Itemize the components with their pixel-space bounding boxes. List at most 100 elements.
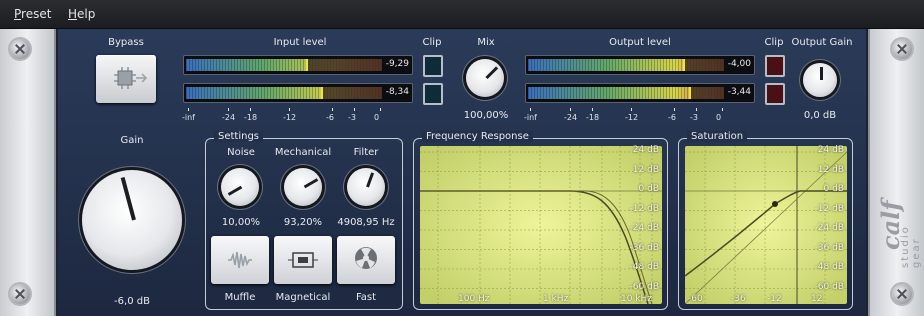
bypass-button[interactable] [96, 55, 156, 103]
scale-tick [570, 108, 571, 111]
fast-button[interactable] [337, 236, 395, 284]
screw-icon [892, 39, 912, 59]
input-meter-1: -9,29 [183, 55, 413, 75]
scale-tick [228, 108, 229, 111]
db-label: -48 dB [629, 262, 659, 272]
sat-x-label: -60 [688, 294, 703, 304]
scale-label: -18 [586, 113, 600, 122]
db-label: -12 dB [629, 203, 659, 214]
freq-x-label: 10 kHz [621, 294, 653, 304]
filter-value: 4908,95 Hz [337, 217, 395, 228]
db-label: -12 dB [814, 203, 844, 214]
scale-tick [631, 108, 632, 111]
db-label: -60 dB [814, 281, 844, 292]
mix-knob[interactable] [466, 59, 504, 97]
filter-curve [420, 190, 649, 304]
filter-curve-2 [420, 190, 653, 304]
gain-knob[interactable] [82, 170, 182, 270]
output-clip-label: Clip [764, 37, 784, 48]
noise-value: 10,00% [221, 217, 261, 228]
mix-value: 100,00% [463, 110, 509, 121]
saturation-title: Saturation [687, 131, 748, 142]
noise-label: Noise [227, 147, 255, 158]
saturation-point [772, 201, 778, 207]
db-label: -36 dB [814, 242, 844, 253]
muffle-label: Muffle [224, 292, 256, 303]
input-meter-1-value: -9,29 [385, 59, 409, 69]
input-clip-label: Clip [422, 37, 442, 48]
screw-icon [892, 284, 912, 304]
scale-tick [696, 108, 697, 111]
tape-reel-icon [355, 247, 377, 269]
scale-tick [722, 108, 723, 111]
scale-label: -3 [348, 113, 356, 122]
scale-label: -6 [326, 113, 334, 122]
sat-x-label: -12 [767, 294, 782, 304]
output-gain-knob[interactable] [803, 63, 837, 97]
db-label: -24 dB [629, 223, 659, 233]
magnetical-label: Magnetical [275, 292, 331, 303]
scale-tick [592, 108, 593, 111]
scale-label: -24 [222, 113, 236, 122]
screw-icon [10, 284, 30, 304]
db-label: 24 dB [817, 145, 844, 155]
mechanical-knob[interactable] [284, 168, 322, 206]
gain-value: -6,0 dB [114, 296, 150, 307]
freq-x-label: 100 Hz [458, 294, 490, 304]
output-gain-label: Output Gain [791, 37, 853, 48]
screw-icon [10, 39, 30, 59]
output-gain-value: 0,0 dB [803, 110, 837, 121]
scale-label: 0 [716, 113, 722, 122]
scale-label: 0 [374, 113, 380, 122]
scale-label: -6 [668, 113, 676, 122]
db-label: -24 dB [814, 223, 844, 233]
scale-tick [674, 108, 675, 111]
scale-label: -3 [690, 113, 698, 122]
scale-tick [354, 108, 355, 111]
rack-ear-left [0, 29, 56, 316]
magnetical-button[interactable] [274, 236, 332, 284]
scale-tick [289, 108, 290, 111]
menu-preset[interactable]: Preset [14, 7, 51, 21]
menu-bar: Preset Help [0, 0, 924, 29]
bypass-label: Bypass [108, 37, 144, 48]
mix-label: Mix [477, 37, 495, 48]
menu-help[interactable]: Help [68, 7, 95, 21]
filter-knob[interactable] [347, 168, 385, 206]
db-label: 0 dB [823, 184, 844, 194]
scale-tick [380, 108, 381, 111]
scale-label: -12 [625, 113, 639, 122]
muffle-button[interactable] [211, 236, 269, 284]
input-meter-2: -8,34 [183, 83, 413, 103]
fast-label: Fast [355, 292, 377, 303]
waveform-icon [228, 251, 252, 269]
noise-knob[interactable] [221, 168, 259, 206]
output-meter-2-value: -3,44 [727, 87, 751, 97]
gain-label: Gain [120, 135, 144, 146]
mechanical-value: 93,20% [283, 217, 323, 228]
scale-label: -24 [564, 113, 578, 122]
scale-tick [332, 108, 333, 111]
input-clip-led-1[interactable] [423, 55, 443, 77]
freq-x-label: 1 kHz [543, 294, 569, 304]
input-level-label: Input level [273, 37, 327, 48]
scale-label: -18 [244, 113, 258, 122]
db-label: -48 dB [814, 262, 844, 272]
settings-title: Settings [214, 131, 264, 142]
input-clip-led-2[interactable] [423, 83, 443, 105]
mechanical-label: Mechanical [274, 147, 332, 158]
chip-icon [114, 67, 148, 89]
db-label: 12 dB [632, 164, 659, 175]
output-clip-led-2[interactable] [765, 83, 785, 105]
scale-label: -inf [182, 113, 195, 122]
scale-label: -inf [524, 113, 537, 122]
filter-label: Filter [353, 147, 379, 158]
frequency-response-title: Frequency Response [422, 131, 533, 142]
scale-tick [188, 108, 189, 111]
input-meter-2-value: -8,34 [385, 87, 409, 97]
scale-tick [250, 108, 251, 111]
db-label: 24 dB [632, 145, 659, 155]
output-clip-led-1[interactable] [765, 55, 785, 77]
db-label: -60 dB [629, 281, 659, 292]
output-level-label: Output level [609, 37, 671, 48]
